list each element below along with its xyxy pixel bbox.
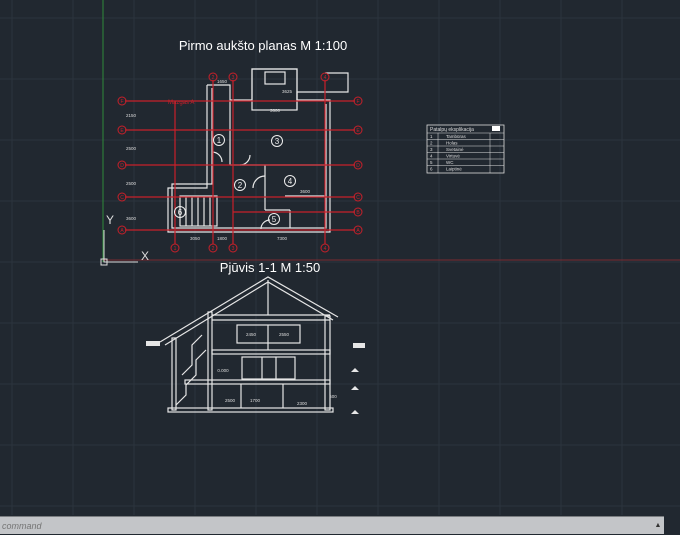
command-line[interactable]: ▲ (0, 516, 664, 534)
section-drawing[interactable] (159, 276, 339, 413)
room-number: 1 (217, 136, 222, 145)
ucs-x-label: X (141, 249, 149, 263)
table-row-name: Tambūras (446, 134, 467, 139)
dimension-label: 3050 (190, 236, 201, 241)
axis-label: 2 (212, 75, 215, 81)
table-title: Patalpų eksplikacija (430, 127, 474, 133)
dimension-label: 2500 (225, 398, 236, 403)
dimension-label: 0.000 (217, 368, 229, 373)
dimension-label: 2500 (126, 181, 137, 186)
axis-label: F (120, 99, 123, 105)
dimension-label: 2550 (279, 332, 290, 337)
dimension-label: 3600 (300, 189, 311, 194)
room-number: 5 (272, 215, 277, 224)
room-number: 6 (178, 208, 183, 217)
axis-label: 4 (324, 246, 327, 252)
axis-label: 3 (232, 75, 235, 81)
section-title: Pjūvis 1-1 M 1:50 (220, 260, 320, 275)
dimension-label: 3600 (126, 216, 137, 221)
command-history-arrow-icon[interactable]: ▲ (652, 522, 664, 529)
axis-label: F (356, 99, 359, 105)
table-row-number: 3 (430, 147, 433, 152)
dimension-label: 2150 (126, 113, 137, 118)
axis-label: D (120, 163, 124, 169)
room-number: 3 (275, 137, 280, 146)
dimension-label: 1700 (250, 398, 261, 403)
ucs-y-label: Y (106, 213, 114, 227)
table-row-name: Svetainė (446, 147, 464, 152)
dimension-label: 2300 (297, 401, 308, 406)
dimension-label: 1650 (217, 79, 228, 84)
dimension-label: 3625 (282, 89, 293, 94)
axis-label: 2 (212, 246, 215, 252)
section-mark-label: Mazgas A (168, 100, 194, 106)
table-row-name: WC (446, 160, 454, 165)
drawing-canvas[interactable]: Pirmo aukšto planas M 1:100 F FE ED DC CBA A1… (0, 0, 680, 535)
dimension-label: 3600 (270, 108, 281, 113)
plan-title: Pirmo aukšto planas M 1:100 (179, 38, 347, 53)
room-number: 2 (238, 181, 243, 190)
command-input[interactable] (0, 519, 652, 532)
dimension-label: 600 (329, 394, 337, 399)
table-row-number: 2 (430, 141, 433, 146)
dimension-label: 2450 (246, 332, 257, 337)
axis-label: 1 (174, 246, 177, 252)
table-row-name: Holas (446, 141, 458, 146)
axis-label: 3 (232, 246, 235, 252)
table-row-number: 6 (430, 167, 433, 172)
dimension-label: 7300 (277, 236, 288, 241)
table-row-name: Laiptinė (446, 167, 462, 172)
dimension-label: 2500 (126, 146, 137, 151)
axis-label: 4 (324, 75, 327, 81)
plan-dimensions: 16503625360036003050 1800 7300215025002500… (126, 79, 311, 241)
dimension-label: 1800 (217, 236, 228, 241)
background-grid (0, 0, 680, 515)
room-number: 4 (288, 177, 293, 186)
room-numbers: 1 2 3 4 5 6 (174, 134, 296, 225)
axis-label: C (356, 195, 360, 201)
axis-label: D (356, 163, 360, 169)
table-row-name: Virtuvė (446, 154, 460, 159)
table-row-number: 5 (430, 160, 433, 165)
axis-label: C (120, 195, 124, 201)
table-row-number: 1 (430, 134, 433, 139)
table-row-number: 4 (430, 154, 433, 159)
